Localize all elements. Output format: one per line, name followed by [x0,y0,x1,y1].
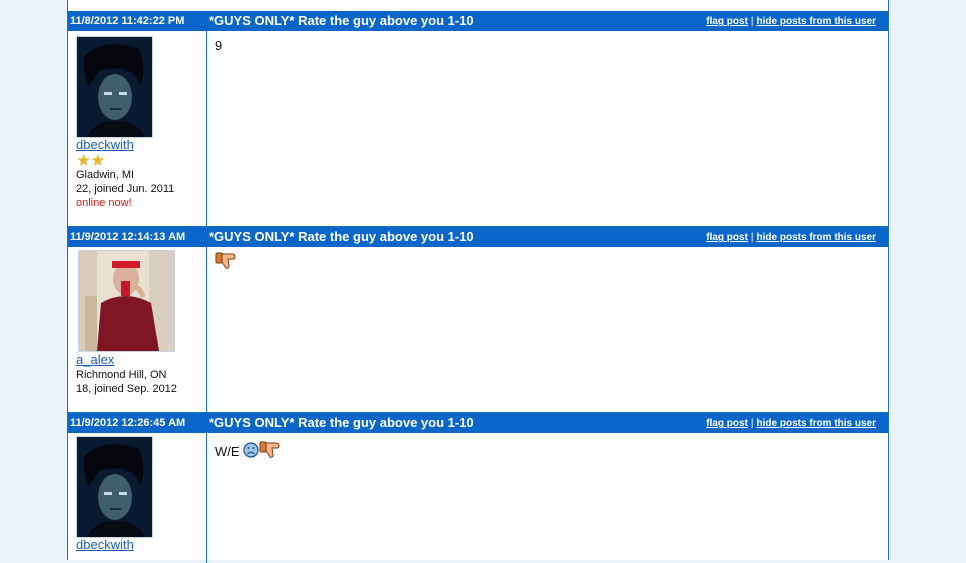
thumbs-down-icon [215,251,237,274]
post-body [215,251,237,274]
post-date: 11/9/2012 12:14:13 AM [70,231,186,243]
post-date: 11/9/2012 12:26:45 AM [70,417,186,429]
post-date: 11/8/2012 11:42:22 PM [70,15,185,27]
user-info: 18, joined Sep. 2012 [76,383,177,395]
forum-post: 11/9/2012 12:26:45 AM *GUYS ONLY* Rate t… [68,413,888,563]
hide-posts-link[interactable]: hide posts from this user [757,418,876,429]
username-link[interactable]: dbeckwith [76,537,134,552]
link-separator: | [750,232,754,243]
flag-post-link[interactable]: flag post [706,418,748,429]
post-header: 11/9/2012 12:26:45 AM *GUYS ONLY* Rate t… [68,413,888,433]
post-body: 9 [215,38,222,53]
online-status: online now! [76,197,132,209]
user-info: 22, joined Jun. 2011 [76,183,175,195]
post-title: *GUYS ONLY* Rate the guy above you 1-10 [209,415,474,430]
rating-stars-icon: ★★ [76,151,106,170]
post-body: W/E [215,440,281,463]
sad-face-icon [243,442,259,461]
avatar[interactable] [76,36,153,138]
flag-post-link[interactable]: flag post [706,16,748,27]
forum-post: 11/9/2012 12:14:13 AM *GUYS ONLY* Rate t… [68,227,888,413]
user-location: Richmond Hill, ON [76,369,167,381]
thumbs-down-icon [259,440,281,463]
username-link[interactable]: dbeckwith [76,137,134,152]
avatar[interactable] [76,436,153,538]
post-header: 11/8/2012 11:42:22 PM *GUYS ONLY* Rate t… [68,11,888,31]
hide-posts-link[interactable]: hide posts from this user [757,16,876,27]
post-text: W/E [215,444,240,459]
username-link[interactable]: a_alex [76,352,114,367]
avatar[interactable] [78,250,175,352]
column-divider [206,31,207,226]
column-divider [206,247,207,412]
post-text: 9 [215,38,223,53]
link-separator: | [750,418,754,429]
post-title: *GUYS ONLY* Rate the guy above you 1-10 [209,229,474,244]
column-divider [206,433,207,563]
flag-post-link[interactable]: flag post [706,232,748,243]
link-separator: | [750,16,754,27]
hide-posts-link[interactable]: hide posts from this user [757,232,876,243]
post-header: 11/9/2012 12:14:13 AM *GUYS ONLY* Rate t… [68,227,888,247]
post-links: flag post | hide posts from this user [706,16,876,27]
user-location: Gladwin, MI [76,169,135,181]
post-links: flag post | hide posts from this user [706,418,876,429]
forum-post: 11/8/2012 11:42:22 PM *GUYS ONLY* Rate t… [68,11,888,227]
thread-container: 11/8/2012 11:42:22 PM *GUYS ONLY* Rate t… [67,0,889,563]
post-title: *GUYS ONLY* Rate the guy above you 1-10 [209,13,474,28]
post-links: flag post | hide posts from this user [706,232,876,243]
